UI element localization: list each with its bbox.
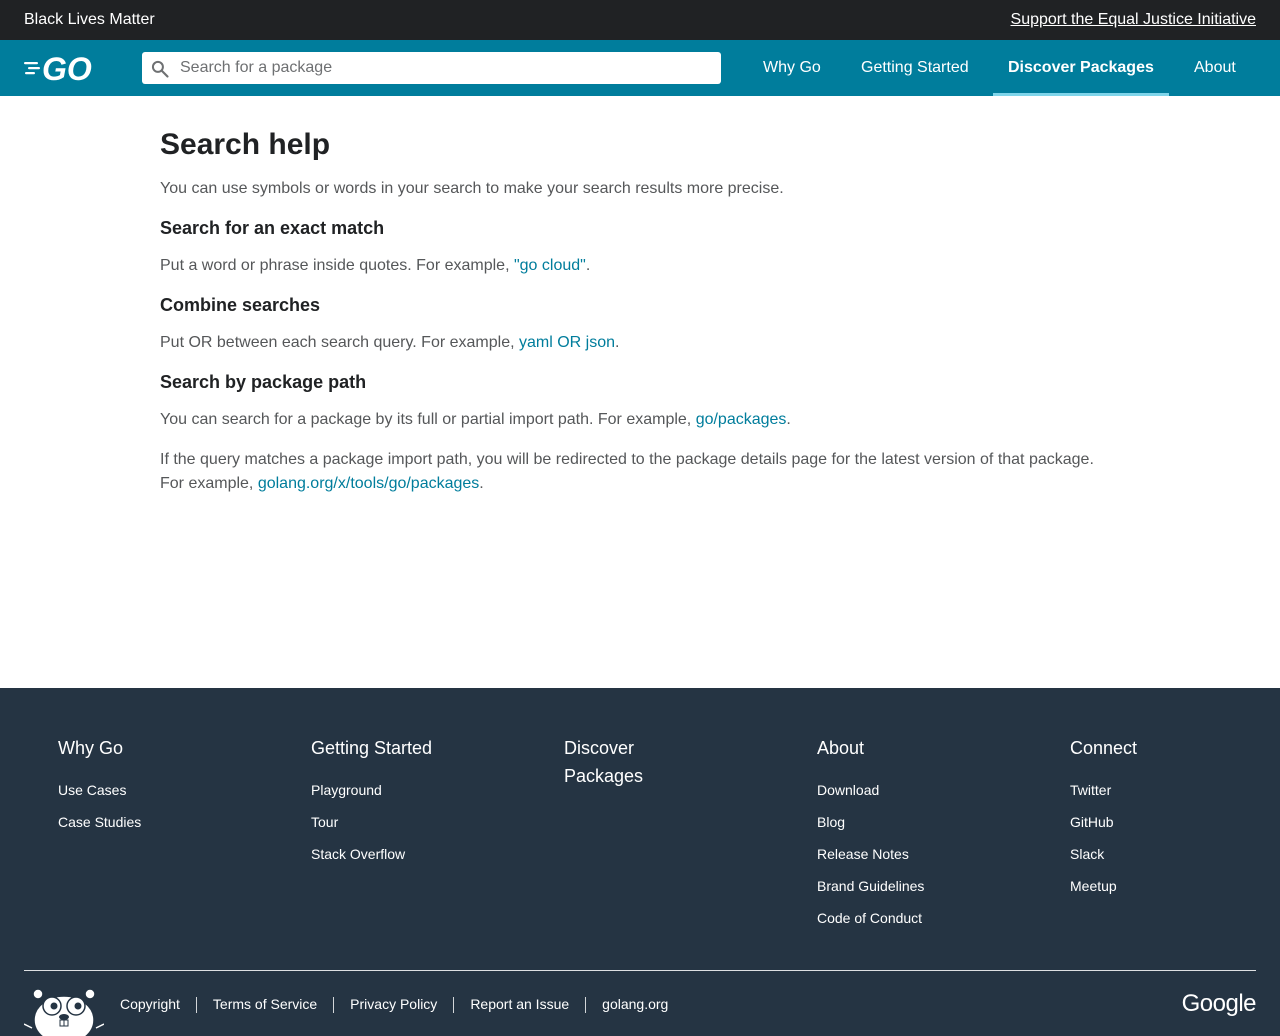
footer-column-why-go: Why Go Use Cases Case Studies (58, 734, 168, 838)
exact-match-text: Put a word or phrase inside quotes. For … (160, 257, 591, 274)
redirect-text: If the query matches a package import pa… (160, 451, 1094, 468)
link-separator (453, 997, 455, 1014)
footer-link[interactable]: Stack Overflow (311, 838, 471, 870)
footer-link[interactable]: Tour (311, 806, 471, 838)
site-footer: Why Go Use Cases Case Studies Getting St… (0, 688, 1280, 1036)
combine-heading: Combine searches (160, 295, 321, 315)
exact-match-example-link[interactable]: "go cloud" (514, 257, 586, 274)
redirect-example-link[interactable]: golang.org/x/tools/go/packages (258, 475, 479, 492)
go-logo-icon[interactable]: GO (24, 52, 108, 84)
svg-text:GO: GO (42, 52, 92, 84)
footer-link[interactable]: Case Studies (58, 806, 168, 838)
redirect-example-text: For example, golang.org/x/tools/go/packa… (160, 475, 484, 492)
footer-heading[interactable]: Connect (1070, 734, 1180, 762)
footer-link[interactable]: Use Cases (58, 774, 168, 806)
combine-example-link[interactable]: yaml OR json (519, 334, 615, 351)
combine-text: Put OR between each search query. For ex… (160, 334, 620, 351)
footer-link[interactable]: Playground (311, 774, 471, 806)
footer-bottom-link[interactable]: Terms of Service (213, 996, 317, 1012)
announcement-banner: Black Lives Matter Support the Equal Jus… (0, 0, 1280, 40)
nav-why-go[interactable]: Why Go (763, 40, 821, 96)
search-icon (151, 60, 169, 78)
footer-link[interactable]: Release Notes (817, 838, 927, 870)
gopher-mascot-icon (24, 988, 104, 1036)
nav-about[interactable]: About (1194, 40, 1236, 96)
footer-column-getting-started: Getting Started Playground Tour Stack Ov… (311, 734, 471, 870)
footer-bottom-link[interactable]: Privacy Policy (350, 996, 437, 1012)
nav-getting-started[interactable]: Getting Started (861, 40, 969, 96)
exact-match-heading: Search for an exact match (160, 218, 385, 238)
footer-heading[interactable]: Getting Started (311, 734, 471, 762)
banner-link[interactable]: Support the Equal Justice Initiative (1011, 11, 1256, 29)
package-path-text: You can search for a package by its full… (160, 411, 791, 428)
footer-bottom-links: Copyright Terms of Service Privacy Policy R… (120, 996, 668, 1014)
link-separator (195, 997, 197, 1014)
footer-bottom-link[interactable]: Copyright (120, 996, 180, 1012)
search-bar[interactable] (142, 52, 721, 84)
link-separator (585, 997, 587, 1014)
nav-discover-packages[interactable]: Discover Packages (1008, 40, 1154, 96)
package-path-heading: Search by package path (160, 372, 367, 392)
banner-message: Black Lives Matter (24, 11, 155, 28)
page-title: Search help (160, 128, 331, 161)
google-logo[interactable]: Google (1182, 990, 1257, 1018)
footer-link[interactable]: Blog (817, 806, 927, 838)
footer-heading[interactable]: Why Go (58, 734, 168, 762)
footer-column-about: About Download Blog Release Notes Brand … (817, 734, 927, 934)
search-input[interactable] (180, 52, 710, 84)
active-nav-indicator (993, 93, 1169, 96)
footer-link[interactable]: Slack (1070, 838, 1180, 870)
footer-link[interactable]: GitHub (1070, 806, 1180, 838)
site-header: GO Why Go Getting Started Discover Packa… (0, 40, 1280, 96)
package-path-example-link[interactable]: go/packages (696, 411, 787, 428)
footer-link[interactable]: Twitter (1070, 774, 1180, 806)
footer-link[interactable]: Code of Conduct (817, 902, 927, 934)
footer-column-discover-packages: Discover Packages (564, 734, 674, 790)
intro-text: You can use symbols or words in your sea… (160, 180, 784, 197)
footer-link[interactable]: Download (817, 774, 927, 806)
footer-bottom-link[interactable]: Report an Issue (470, 996, 569, 1012)
footer-heading[interactable]: Discover Packages (564, 734, 674, 790)
footer-divider (24, 970, 1256, 971)
link-separator (333, 997, 335, 1014)
footer-heading[interactable]: About (817, 734, 927, 762)
footer-link[interactable]: Brand Guidelines (817, 870, 927, 902)
footer-column-connect: Connect Twitter GitHub Slack Meetup (1070, 734, 1180, 902)
footer-bottom-link[interactable]: golang.org (602, 996, 668, 1012)
footer-link[interactable]: Meetup (1070, 870, 1180, 902)
